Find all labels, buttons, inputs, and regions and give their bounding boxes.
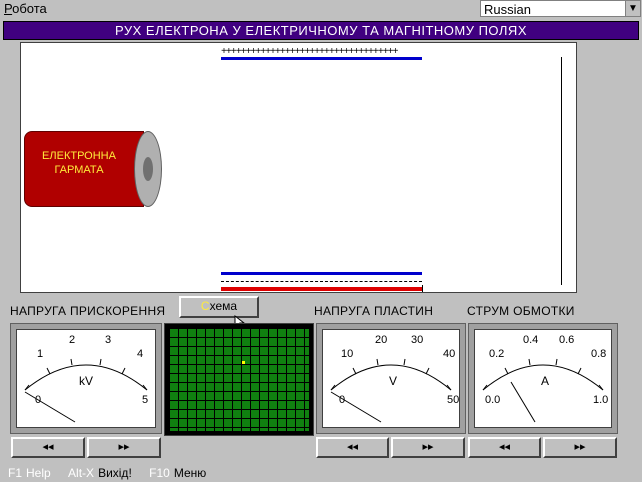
down-arrow-icon[interactable]: ▼ [625, 0, 641, 17]
status-f1-key[interactable]: F1 [8, 466, 22, 480]
meter-accel-tick: 4 [137, 348, 144, 360]
status-bar: F1 Help Alt-X Вихід! F10 Меню [0, 464, 642, 482]
coil-increase-button[interactable]: ▸▸ [543, 437, 617, 458]
page-title: РУХ ЕЛЕКТРОНА У ЕЛЕКТРИЧНОМУ ТА МАГНІТНО… [115, 23, 527, 38]
electron-gun-label-line1: ЕЛЕКТРОННА [42, 150, 116, 162]
plate-increase-button[interactable]: ▸▸ [391, 437, 465, 458]
meter-coil-tick: 0.6 [559, 334, 575, 346]
meter-plate-tick: 30 [411, 334, 424, 346]
top-plate [221, 57, 422, 60]
meter-accel-tick: 3 [105, 334, 112, 346]
meter-coil-needle [510, 381, 536, 423]
meter-accel-unit: kV [79, 374, 94, 388]
meter-plate-tick: 20 [375, 334, 388, 346]
status-f10-label: Меню [173, 466, 207, 480]
meter-plate-face: 0 10 20 30 40 50 V [322, 329, 460, 428]
simulation-scene: ++++++++++++++++++++++++++++++++++++ ЕЛЕ… [20, 42, 577, 293]
bottom-plate-dash [221, 281, 422, 282]
electron-gun-label: ЕЛЕКТРОННА ГАРМАТА [24, 149, 134, 177]
meter-coil-face: 0.0 0.2 0.4 0.6 0.8 1.0 A [474, 329, 612, 428]
schema-button-hotkey: С [200, 299, 210, 313]
coil-decrease-button[interactable]: ◂◂ [468, 437, 541, 458]
meter-accel-tick: 0 [35, 394, 42, 406]
meter-plate: 0 10 20 30 40 50 V [316, 323, 466, 434]
bottom-plate-red [221, 287, 422, 291]
meter-coil-tick: 0.4 [523, 334, 539, 346]
detector-screen [561, 57, 562, 285]
meter-accel-tick: 2 [69, 334, 76, 346]
bottom-plate-end [422, 285, 423, 292]
menu-bar: Робота Russian ▼ [0, 0, 642, 18]
oscilloscope-grid [169, 328, 309, 431]
electron-beam-spot [242, 361, 245, 364]
meter-accel-tick: 1 [37, 348, 44, 360]
meter-accel: 0 1 2 3 4 5 kV [10, 323, 162, 434]
meter-accel-needle [24, 391, 76, 423]
label-coil-current: СТРУМ ОБМОТКИ [467, 304, 575, 318]
title-bar: РУХ ЕЛЕКТРОНА У ЕЛЕКТРИЧНОМУ ТА МАГНІТНО… [3, 21, 639, 40]
meter-coil: 0.0 0.2 0.4 0.6 0.8 1.0 A [468, 323, 618, 434]
menu-item-robota-hotkey: Р [4, 1, 13, 16]
meter-plate-tick: 40 [443, 348, 456, 360]
label-plate-voltage: НАПРУГА ПЛАСТИН [314, 304, 434, 318]
status-altx-label: Вихід! [98, 466, 132, 480]
meter-plate-unit: V [389, 374, 398, 388]
schema-button[interactable]: Схема [179, 296, 259, 318]
electron-gun-label-line2: ГАРМАТА [54, 164, 104, 176]
menu-item-robota[interactable]: Робота [4, 1, 47, 16]
schema-button-label: хема [209, 299, 238, 313]
meter-plate-tick: 0 [339, 394, 346, 406]
menu-item-robota-label: обота [12, 1, 47, 16]
plate-decrease-button[interactable]: ◂◂ [316, 437, 389, 458]
status-f1-label: Help [26, 466, 51, 480]
meter-coil-tick: 0.8 [591, 348, 607, 360]
language-select[interactable]: Russian [480, 0, 626, 17]
label-accel-voltage: НАПРУГА ПРИСКОРЕННЯ [10, 304, 166, 318]
meter-accel-tick: 5 [142, 394, 149, 406]
accel-increase-button[interactable]: ▸▸ [87, 437, 161, 458]
bottom-plate [221, 272, 422, 275]
meter-plate-tick: 50 [447, 394, 460, 406]
status-f10-key[interactable]: F10 [149, 466, 170, 480]
meter-coil-unit: A [541, 374, 550, 388]
meter-plate-tick: 10 [341, 348, 354, 360]
electron-gun-aperture [143, 157, 153, 181]
meter-coil-tick: 0.2 [489, 348, 505, 360]
meter-coil-tick: 0.0 [485, 394, 501, 406]
accel-decrease-button[interactable]: ◂◂ [11, 437, 85, 458]
meter-accel-face: 0 1 2 3 4 5 kV [16, 329, 156, 428]
status-altx-key[interactable]: Alt-X [68, 466, 94, 480]
oscilloscope [164, 323, 314, 436]
meter-coil-tick: 1.0 [593, 394, 609, 406]
